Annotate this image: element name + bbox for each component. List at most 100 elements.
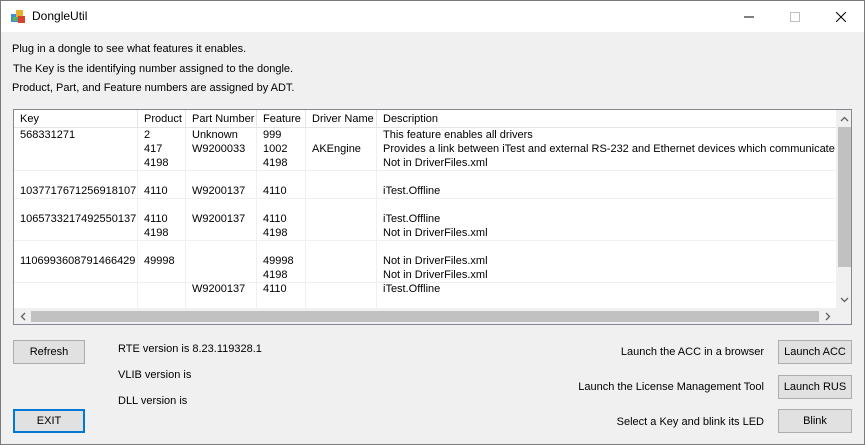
vertical-scrollbar[interactable] (836, 110, 851, 308)
cell-key: 568331271 (20, 129, 76, 141)
cell-key: 1065733217492550137 (20, 213, 137, 225)
rte-version-label: RTE version is 8.23.119328.1 (118, 343, 262, 355)
column-header-description[interactable]: Description (377, 110, 836, 128)
horizontal-scrollbar[interactable] (14, 308, 836, 324)
cell-description: This feature enables all drivers (383, 129, 533, 141)
cell-product (138, 282, 186, 296)
column-header-key[interactable]: Key (14, 110, 138, 128)
cell-part-number (186, 268, 257, 282)
table-row[interactable] (14, 240, 836, 254)
cell-driver-name (306, 184, 377, 198)
cell-part-number (186, 254, 257, 268)
dongle-features-list[interactable]: Key Product Part Number Feature Driver N… (13, 109, 852, 325)
cell-feature: 4110 (263, 213, 287, 225)
list-header: Key Product Part Number Feature Driver N… (14, 110, 836, 128)
table-row[interactable]: 1037717671256918107 4110 W9200137 4110 i… (14, 184, 836, 198)
cell-driver-name (306, 254, 377, 268)
maximize-button[interactable] (772, 1, 818, 32)
column-header-product[interactable]: Product (138, 110, 186, 128)
maximize-icon (790, 11, 800, 22)
cell-product: 4110 (144, 213, 168, 225)
cell-feature: 4198 (263, 157, 288, 169)
app-icon (11, 10, 25, 23)
chevron-right-icon (825, 312, 830, 321)
window-title: DongleUtil (32, 9, 88, 23)
list-body: 568331271 2 Unknown 999 This feature ena… (14, 128, 836, 308)
cell-part-number (186, 226, 257, 240)
launch-rus-button[interactable]: Launch RUS (778, 375, 852, 399)
table-row[interactable]: 1106993608791466429 49998 49998 Not in D… (14, 254, 836, 268)
cell-product: 49998 (144, 255, 175, 267)
dll-version-label: DLL version is (118, 395, 188, 407)
minimize-icon (744, 16, 754, 17)
vlib-version-label: VLIB version is (118, 369, 192, 381)
minimize-button[interactable] (726, 1, 772, 32)
table-row[interactable] (14, 198, 836, 212)
info-line-numbers: Product, Part, and Feature numbers are a… (12, 82, 295, 94)
dongleutil-window: DongleUtil Plug in a dongle to see what … (0, 0, 865, 445)
table-row[interactable]: 417 W9200033 1002 AKEngine Provides a li… (14, 142, 836, 156)
scroll-up-button[interactable] (836, 110, 851, 127)
launch-rus-label: Launch the License Management Tool (578, 381, 764, 393)
table-row[interactable]: 4198 4198 Not in DriverFiles.xml (14, 226, 836, 240)
cell-feature: 4198 (263, 269, 288, 281)
cell-description: Not in DriverFiles.xml (383, 157, 488, 169)
table-row[interactable]: 568331271 2 Unknown 999 This feature ena… (14, 128, 836, 142)
cell-description: iTest.Offline (383, 213, 441, 225)
scrollbar-corner (836, 308, 851, 324)
cell-feature: 4110 (263, 283, 287, 295)
cell-driver-name (306, 268, 377, 282)
blink-button[interactable]: Blink (778, 409, 852, 433)
close-button[interactable] (818, 1, 864, 32)
chevron-down-icon (840, 297, 849, 302)
cell-product: 4110 (144, 185, 168, 197)
cell-key (14, 156, 138, 170)
cell-description: Not in DriverFiles.xml (383, 227, 488, 239)
info-line-key: The Key is the identifying number assign… (13, 63, 294, 75)
table-row[interactable]: W9200137 4110 iTest.Offline (14, 282, 836, 296)
table-row[interactable]: 4198 Not in DriverFiles.xml (14, 268, 836, 282)
chevron-left-icon (20, 312, 25, 321)
launch-acc-button[interactable]: Launch ACC (778, 340, 852, 364)
cell-driver-name (306, 226, 377, 240)
table-row[interactable] (14, 170, 836, 184)
cell-description: iTest.Offline (383, 283, 441, 295)
cell-driver-name (306, 128, 377, 142)
cell-key (14, 142, 138, 156)
launch-acc-label: Launch the ACC in a browser (620, 346, 764, 358)
refresh-button[interactable]: Refresh (13, 340, 85, 364)
blink-label: Select a Key and blink its LED (616, 416, 764, 428)
cell-feature: 4198 (263, 227, 288, 239)
chevron-up-icon (840, 116, 849, 121)
scroll-down-button[interactable] (836, 291, 851, 308)
exit-button[interactable]: EXIT (13, 409, 85, 433)
column-header-feature[interactable]: Feature (257, 110, 306, 128)
table-row[interactable]: 4198 4198 Not in DriverFiles.xml (14, 156, 836, 170)
cell-product: 4198 (144, 157, 169, 169)
vertical-scroll-thumb[interactable] (838, 127, 851, 267)
horizontal-scroll-thumb[interactable] (31, 311, 819, 322)
title-bar[interactable]: DongleUtil (1, 1, 864, 32)
cell-description: Not in DriverFiles.xml (383, 255, 488, 267)
cell-feature: 999 (263, 129, 282, 141)
cell-description: Not in DriverFiles.xml (383, 269, 488, 281)
cell-key: 1037717671256918107 (20, 185, 137, 197)
cell-product: 417 (144, 143, 163, 155)
column-header-part-number[interactable]: Part Number (186, 110, 257, 128)
cell-driver-name (306, 212, 377, 226)
table-row[interactable]: 1065733217492550137 4110 W9200137 4110 i… (14, 212, 836, 226)
cell-product (138, 268, 186, 282)
scroll-left-button[interactable] (14, 308, 31, 324)
scroll-right-button[interactable] (819, 308, 836, 324)
cell-product: 4198 (144, 227, 169, 239)
cell-driver-name (306, 282, 377, 296)
cell-key (14, 282, 138, 296)
info-line-plug: Plug in a dongle to see what features it… (12, 43, 247, 55)
cell-part-number: W9200137 (192, 185, 246, 197)
cell-part-number: W9200137 (192, 283, 246, 295)
column-header-driver-name[interactable]: Driver Name (306, 110, 377, 128)
cell-part-number (186, 156, 257, 170)
cell-key (14, 226, 138, 240)
cell-feature: 49998 (263, 255, 294, 267)
cell-product: 2 (144, 129, 151, 141)
